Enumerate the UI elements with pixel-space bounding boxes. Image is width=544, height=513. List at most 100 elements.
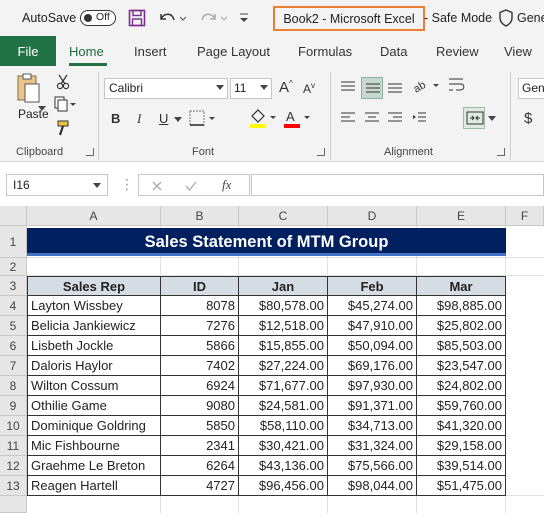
table-cell[interactable]: Graehme Le Breton: [27, 456, 161, 476]
table-cell[interactable]: $25,802.00: [417, 316, 506, 336]
orientation-icon[interactable]: ab: [412, 76, 442, 96]
tab-page-layout[interactable]: Page Layout: [197, 36, 270, 66]
sheet-title-cell[interactable]: Sales Statement of MTM Group: [27, 228, 506, 256]
table-cell[interactable]: Belicia Jankiewicz: [27, 316, 161, 336]
column-header-c[interactable]: C: [239, 206, 328, 226]
tab-formulas[interactable]: Formulas: [298, 36, 352, 66]
enter-icon[interactable]: [185, 180, 197, 192]
worksheet-grid[interactable]: A B C D E F 1 2 3 4 5 6 7 8 9 10 11 12 1…: [0, 206, 544, 513]
table-cell[interactable]: 5850: [161, 416, 239, 436]
merge-center-button[interactable]: [463, 107, 485, 129]
paste-dropdown-icon[interactable]: [38, 106, 46, 112]
row-header[interactable]: 1: [0, 226, 27, 258]
table-cell[interactable]: $59,760.00: [417, 396, 506, 416]
merge-dropdown-icon[interactable]: [488, 116, 496, 122]
italic-icon[interactable]: I: [137, 111, 141, 127]
column-header-a[interactable]: A: [27, 206, 161, 226]
table-cell[interactable]: $23,547.00: [417, 356, 506, 376]
table-cell[interactable]: $51,475.00: [417, 476, 506, 496]
wrap-text-icon[interactable]: [448, 76, 466, 96]
table-cell[interactable]: 9080: [161, 396, 239, 416]
table-header-cell[interactable]: Sales Rep: [27, 276, 161, 296]
table-cell[interactable]: $41,320.00: [417, 416, 506, 436]
align-right-icon[interactable]: [387, 111, 403, 125]
paste-icon[interactable]: [16, 72, 40, 104]
font-launcher-icon[interactable]: [317, 148, 325, 156]
table-cell[interactable]: 7402: [161, 356, 239, 376]
tab-home[interactable]: Home: [69, 36, 104, 66]
align-left-icon[interactable]: [340, 111, 356, 125]
borders-icon[interactable]: [189, 110, 219, 128]
row-header[interactable]: 7: [0, 356, 27, 376]
row-header[interactable]: 12: [0, 456, 27, 476]
table-header-cell[interactable]: Mar: [417, 276, 506, 296]
table-cell[interactable]: Othilie Game: [27, 396, 161, 416]
save-icon[interactable]: [128, 9, 146, 27]
table-cell[interactable]: $24,581.00: [239, 396, 328, 416]
table-cell[interactable]: 6924: [161, 376, 239, 396]
table-cell[interactable]: $27,224.00: [239, 356, 328, 376]
tab-view[interactable]: View: [504, 36, 532, 66]
table-cell[interactable]: $12,518.00: [239, 316, 328, 336]
table-cell[interactable]: $75,566.00: [328, 456, 417, 476]
table-cell[interactable]: $97,930.00: [328, 376, 417, 396]
format-painter-icon[interactable]: [56, 120, 70, 136]
table-cell[interactable]: $31,324.00: [328, 436, 417, 456]
alignment-launcher-icon[interactable]: [497, 148, 505, 156]
underline-dropdown-icon[interactable]: [174, 117, 182, 123]
row-header[interactable]: 6: [0, 336, 27, 356]
redo-icon[interactable]: [199, 9, 229, 27]
currency-icon[interactable]: $: [524, 110, 532, 127]
bottom-align-icon[interactable]: [387, 80, 403, 94]
table-cell[interactable]: 2341: [161, 436, 239, 456]
number-format-select[interactable]: Gen: [518, 78, 544, 99]
table-cell[interactable]: $85,503.00: [417, 336, 506, 356]
center-button[interactable]: [361, 107, 383, 129]
column-header-b[interactable]: B: [161, 206, 239, 226]
column-header-f[interactable]: F: [506, 206, 544, 226]
table-cell[interactable]: $96,456.00: [239, 476, 328, 496]
fill-color-icon[interactable]: [248, 108, 278, 130]
table-cell[interactable]: $30,421.00: [239, 436, 328, 456]
bold-icon[interactable]: B: [111, 111, 120, 126]
table-cell[interactable]: $43,136.00: [239, 456, 328, 476]
table-cell[interactable]: $15,855.00: [239, 336, 328, 356]
undo-icon[interactable]: [157, 9, 187, 27]
table-cell[interactable]: $34,713.00: [328, 416, 417, 436]
table-cell[interactable]: 5866: [161, 336, 239, 356]
formula-input[interactable]: [251, 174, 544, 196]
table-cell[interactable]: $91,371.00: [328, 396, 417, 416]
insert-function-icon[interactable]: fx: [222, 177, 231, 193]
row-header[interactable]: 2: [0, 258, 27, 276]
cut-icon[interactable]: [56, 74, 70, 90]
cancel-icon[interactable]: [151, 180, 163, 192]
table-cell[interactable]: $98,885.00: [417, 296, 506, 316]
table-cell[interactable]: Layton Wissbey: [27, 296, 161, 316]
table-cell[interactable]: $45,274.00: [328, 296, 417, 316]
table-cell[interactable]: $69,176.00: [328, 356, 417, 376]
row-header[interactable]: 5: [0, 316, 27, 336]
row-header[interactable]: 8: [0, 376, 27, 396]
table-cell[interactable]: $50,094.00: [328, 336, 417, 356]
table-cell[interactable]: Mic Fishbourne: [27, 436, 161, 456]
middle-align-button[interactable]: [361, 77, 383, 99]
table-cell[interactable]: 8078: [161, 296, 239, 316]
table-cell[interactable]: 4727: [161, 476, 239, 496]
font-color-icon[interactable]: A: [282, 108, 312, 130]
tab-review[interactable]: Review: [436, 36, 479, 66]
grow-font-icon[interactable]: A^: [279, 79, 293, 96]
table-cell[interactable]: $80,578.00: [239, 296, 328, 316]
table-cell[interactable]: $29,158.00: [417, 436, 506, 456]
tab-data[interactable]: Data: [380, 36, 407, 66]
table-cell[interactable]: $24,802.00: [417, 376, 506, 396]
table-cell[interactable]: Dominique Goldring: [27, 416, 161, 436]
table-cell[interactable]: $98,044.00: [328, 476, 417, 496]
row-header[interactable]: 10: [0, 416, 27, 436]
table-cell[interactable]: 6264: [161, 456, 239, 476]
font-name-select[interactable]: Calibri: [104, 78, 228, 99]
tab-file[interactable]: File: [0, 36, 56, 66]
table-header-cell[interactable]: Feb: [328, 276, 417, 296]
tab-insert[interactable]: Insert: [134, 36, 167, 66]
row-header[interactable]: 9: [0, 396, 27, 416]
font-size-select[interactable]: 11: [230, 78, 272, 99]
